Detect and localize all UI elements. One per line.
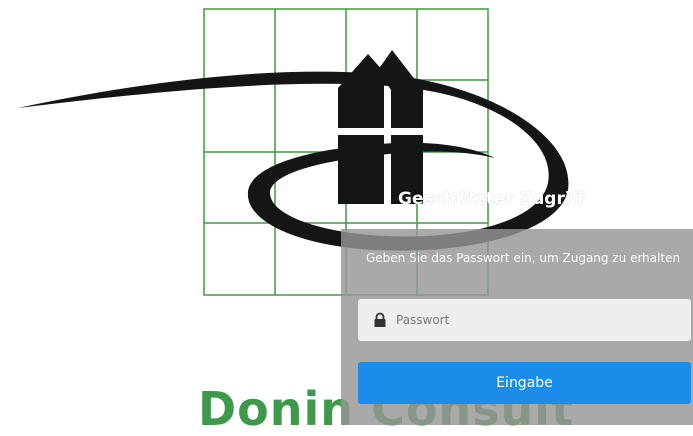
logo-swoosh xyxy=(18,71,569,251)
password-field[interactable] xyxy=(358,299,691,341)
login-description: Geben Sie das Passwort ein, um Zugang zu… xyxy=(366,251,681,265)
lock-icon xyxy=(374,312,386,327)
submit-button[interactable]: Eingabe xyxy=(358,362,691,404)
login-title: Geschützter Zugriff xyxy=(398,189,585,209)
password-input[interactable] xyxy=(396,299,676,341)
